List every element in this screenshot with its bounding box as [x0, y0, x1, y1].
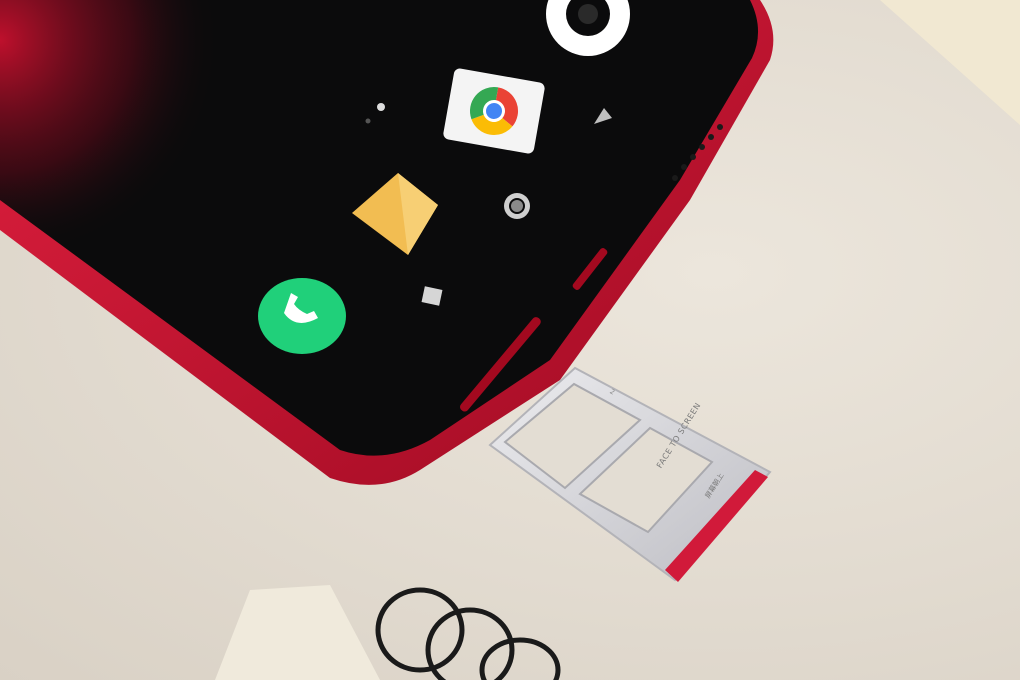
call-icon[interactable]: [258, 278, 346, 354]
sim-tray[interactable]: [488, 366, 772, 582]
photo-scene: FACE TO SCREEN 屏幕朝上 2: [0, 0, 1020, 680]
paper-corner: [880, 0, 1020, 125]
note-paper: [215, 585, 380, 680]
home-nav-icon[interactable]: [504, 193, 530, 219]
binder-coil: [375, 587, 561, 680]
page-dot: [377, 103, 385, 111]
phone-photo: [0, 0, 1020, 680]
page-dot: [365, 118, 371, 124]
